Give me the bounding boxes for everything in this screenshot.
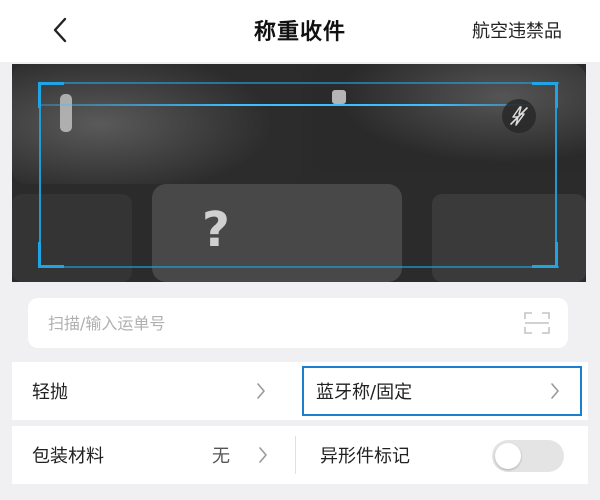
- waybill-number-input[interactable]: [28, 298, 498, 348]
- bluetooth-scale-label: 蓝牙称/固定: [316, 382, 413, 403]
- scan-frame-right: [555, 82, 557, 268]
- packaging-material-option[interactable]: 包装材料 无: [12, 426, 297, 484]
- options-row-1: 轻抛 蓝牙称/固定: [12, 362, 588, 420]
- packaging-material-label: 包装材料: [32, 446, 104, 467]
- scan-icon[interactable]: [524, 312, 550, 334]
- scan-corner-bottom-left: [38, 242, 64, 268]
- irregular-item-toggle[interactable]: [492, 440, 564, 472]
- row-divider: [295, 436, 296, 474]
- scan-frame-bottom: [39, 266, 559, 268]
- waybill-input-container: [28, 298, 568, 348]
- irregular-item-option: 异形件标记: [308, 426, 588, 484]
- scan-corner-top-right: [532, 82, 558, 108]
- chevron-right-icon: [259, 447, 267, 463]
- scan-frame-left: [39, 82, 41, 268]
- air-prohibited-items-link[interactable]: 航空违禁品: [472, 17, 562, 43]
- chevron-right-icon: [257, 383, 265, 399]
- svg-text:?: ?: [202, 202, 230, 258]
- camera-feed-image: ?: [12, 64, 586, 282]
- irregular-item-label: 异形件标记: [320, 446, 410, 467]
- light-throw-option[interactable]: 轻抛: [12, 362, 297, 420]
- chevron-right-icon: [551, 383, 559, 399]
- flash-toggle-button[interactable]: [502, 99, 536, 133]
- bluetooth-scale-option[interactable]: 蓝牙称/固定: [302, 366, 582, 416]
- scan-frame-top: [39, 82, 559, 84]
- scan-line: [41, 104, 531, 106]
- flash-off-icon: [510, 106, 528, 126]
- camera-scanner-view[interactable]: ?: [12, 64, 586, 282]
- packaging-material-value: 无: [212, 446, 230, 467]
- top-nav-bar: 称重收件 航空违禁品: [0, 0, 600, 62]
- toggle-knob: [495, 443, 521, 469]
- options-row-2: 包装材料 无 异形件标记: [12, 426, 588, 484]
- light-throw-label: 轻抛: [32, 382, 68, 403]
- scan-corner-bottom-right: [532, 242, 558, 268]
